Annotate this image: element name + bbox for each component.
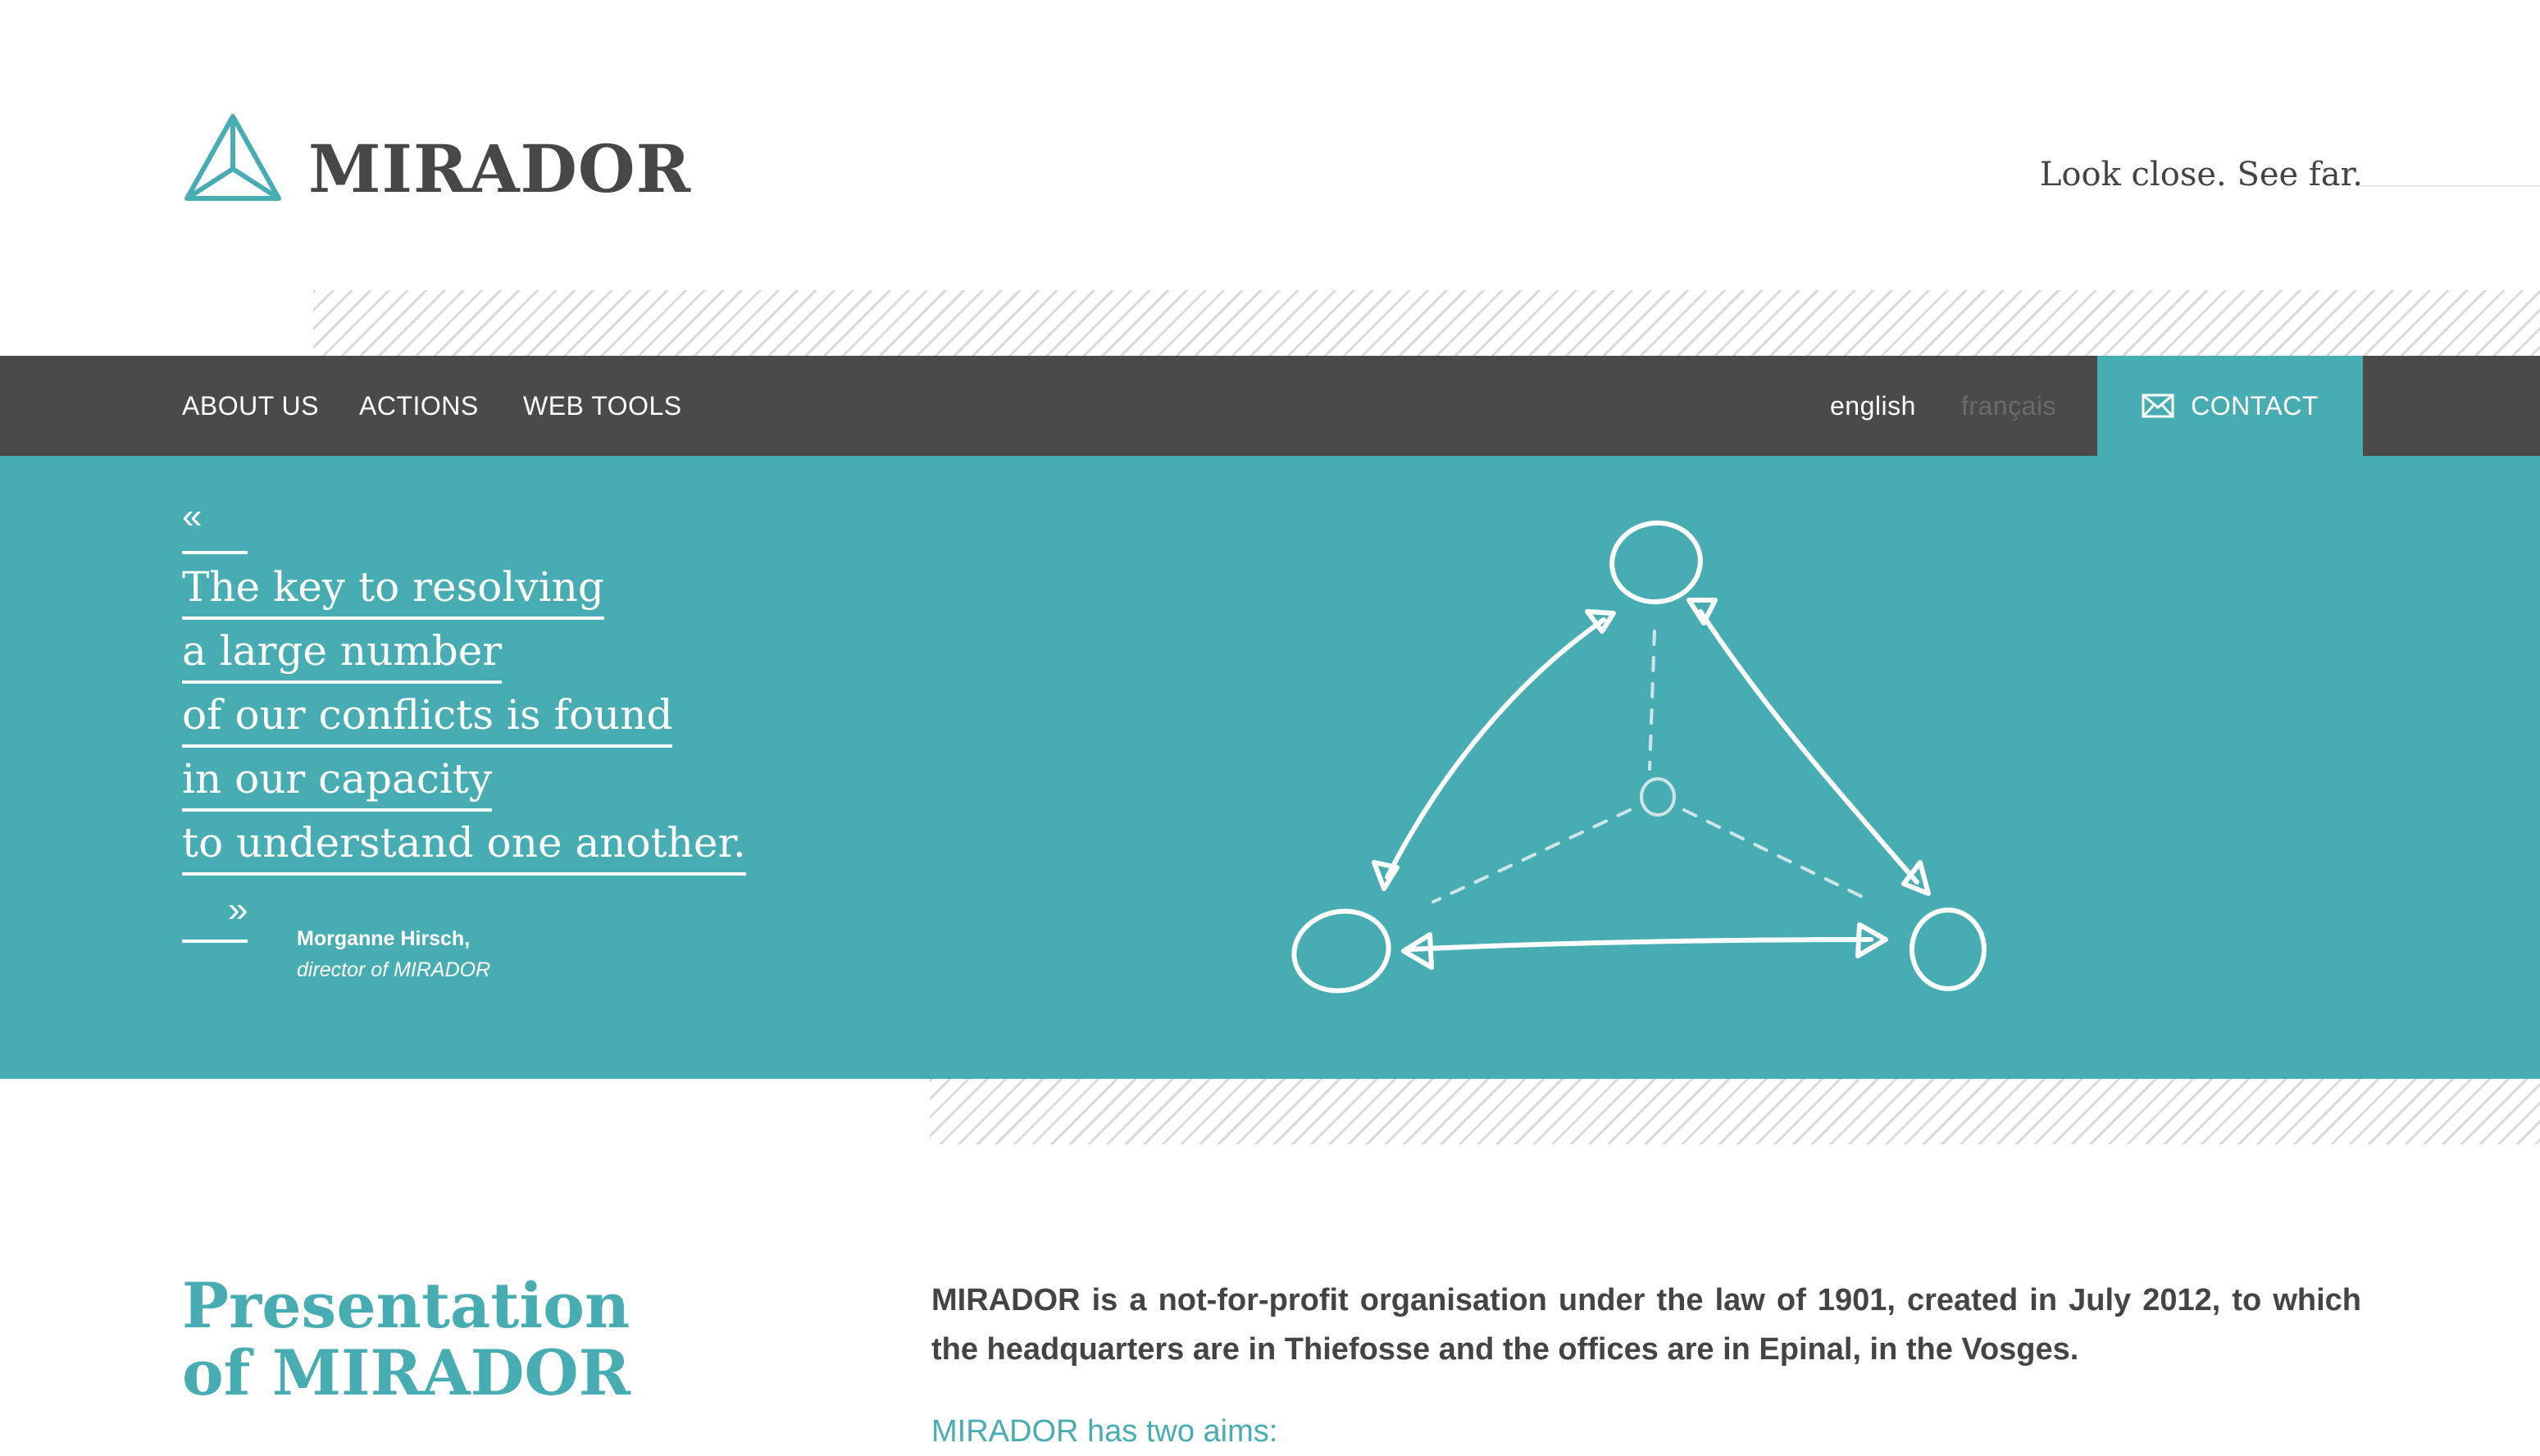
quote-author: Morganne Hirsch, director of MIRADOR xyxy=(297,923,490,985)
author-role: director of MIRADOR xyxy=(297,958,491,981)
left-node-circle xyxy=(1291,908,1391,994)
presentation-body: MIRADOR is a not-for-profit organisation… xyxy=(931,1283,2361,1367)
dashed-line-top xyxy=(1648,630,1656,771)
decorative-hatch-top xyxy=(313,290,2540,356)
quote-line: The key to resolving xyxy=(182,562,604,620)
author-name: Morganne Hirsch, xyxy=(297,927,471,950)
nav-actions[interactable]: ACTIONS xyxy=(359,356,479,456)
quote-open-mark: « xyxy=(182,496,203,536)
presentation-aims-link[interactable]: MIRADOR has two aims: xyxy=(931,1407,1277,1456)
top-node-circle xyxy=(1609,520,1703,605)
presentation-heading-line1: Presentation xyxy=(182,1269,630,1342)
triangle-relationship-illustration xyxy=(1291,520,1987,994)
contact-button[interactable]: CONTACT xyxy=(2097,356,2363,456)
envelope-icon xyxy=(2142,394,2174,418)
right-node-circle xyxy=(1910,908,1987,991)
quote-close-mark: » xyxy=(228,890,248,930)
right-arrow xyxy=(1698,609,1919,885)
mirador-logo-icon[interactable] xyxy=(182,111,284,203)
nav-web-tools[interactable]: WEB TOOLS xyxy=(523,356,682,456)
decorative-hatch-middle xyxy=(930,1079,2540,1144)
tagline: Look close. See far. xyxy=(2039,156,2363,193)
language-francais[interactable]: français xyxy=(1961,356,2056,456)
quote-line: to understand one another. xyxy=(182,818,746,876)
presentation-heading: Presentation of MIRADOR xyxy=(182,1272,630,1407)
quote-close-rule xyxy=(182,940,248,943)
bottom-arrow xyxy=(1408,937,1873,952)
dashed-line-right xyxy=(1682,808,1874,903)
dashed-line-left xyxy=(1432,808,1632,903)
center-node-circle xyxy=(1640,777,1676,817)
contact-label: CONTACT xyxy=(2191,390,2319,421)
nav-about-us[interactable]: ABOUT US xyxy=(182,356,319,456)
quote-line: of our conflicts is found xyxy=(182,690,673,748)
quote-line: a large number xyxy=(182,626,503,684)
language-english[interactable]: english xyxy=(1830,356,1916,456)
presentation-heading-line2: of MIRADOR xyxy=(182,1336,630,1409)
quote-line: in our capacity xyxy=(182,754,493,812)
quote-open-rule xyxy=(182,551,248,554)
tagline-divider xyxy=(2361,185,2540,187)
main-navbar: ABOUT US ACTIONS WEB TOOLS english franç… xyxy=(0,356,2540,456)
brand-name[interactable]: MIRADOR xyxy=(308,123,691,215)
